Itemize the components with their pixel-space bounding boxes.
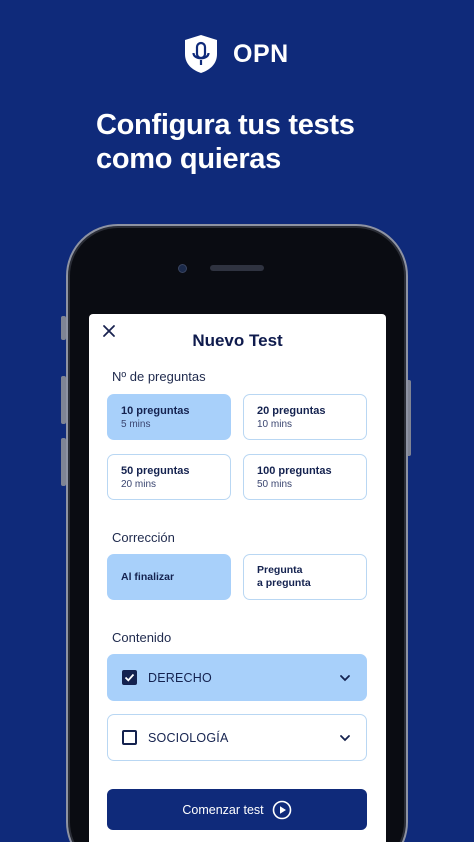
app-screen: Nuevo Test Nº de preguntas 10 preguntas … <box>89 314 386 842</box>
option-correction-per-question[interactable]: Pregunta a pregunta <box>243 554 367 600</box>
start-test-button[interactable]: Comenzar test <box>107 789 367 830</box>
checkbox-unchecked[interactable] <box>122 730 137 745</box>
headline: Configura tus tests como quieras <box>96 108 416 176</box>
option-title: Al finalizar <box>121 570 175 583</box>
content-label: Contenido <box>112 630 172 645</box>
option-title: 50 preguntas <box>121 465 190 477</box>
phone-camera <box>178 264 187 273</box>
play-circle-icon <box>272 800 291 819</box>
option-title-line-2: a pregunta <box>257 577 311 589</box>
option-title: 100 preguntas <box>257 465 332 477</box>
option-subtitle: 5 mins <box>121 419 151 430</box>
option-10-questions[interactable]: 10 preguntas 5 mins <box>107 394 231 440</box>
start-test-label: Comenzar test <box>182 802 264 817</box>
headline-line-2: como quieras <box>96 143 281 175</box>
content-item-sociologia[interactable]: SOCIOLOGÍA <box>107 714 367 761</box>
content-item-label: SOCIOLOGÍA <box>148 730 229 745</box>
option-50-questions[interactable]: 50 preguntas 20 mins <box>107 454 231 500</box>
page-title: Nuevo Test <box>192 331 283 350</box>
phone-speaker <box>210 265 264 271</box>
option-20-questions[interactable]: 20 preguntas 10 mins <box>243 394 367 440</box>
shield-microphone-icon <box>185 35 217 73</box>
brand: OPN <box>183 34 289 74</box>
chevron-down-icon[interactable] <box>338 671 352 685</box>
option-subtitle: 20 mins <box>121 479 157 490</box>
headline-line-1: Configura tus tests <box>96 109 355 141</box>
option-subtitle: 50 mins <box>257 479 293 490</box>
option-100-questions[interactable]: 100 preguntas 50 mins <box>243 454 367 500</box>
option-title-line-1: Pregunta <box>257 564 303 576</box>
option-subtitle: 10 mins <box>257 419 293 430</box>
questions-label: Nº de preguntas <box>112 369 206 384</box>
chevron-down-icon[interactable] <box>338 731 352 745</box>
option-title: 20 preguntas <box>257 405 326 417</box>
option-correction-at-end[interactable]: Al finalizar <box>107 554 231 600</box>
brand-name: OPN <box>233 39 289 68</box>
content-item-label: DERECHO <box>148 670 212 685</box>
correction-label: Corrección <box>112 530 175 545</box>
checkbox-checked[interactable] <box>122 670 137 685</box>
option-title: 10 preguntas <box>121 405 190 417</box>
content-item-derecho[interactable]: DERECHO <box>107 654 367 701</box>
